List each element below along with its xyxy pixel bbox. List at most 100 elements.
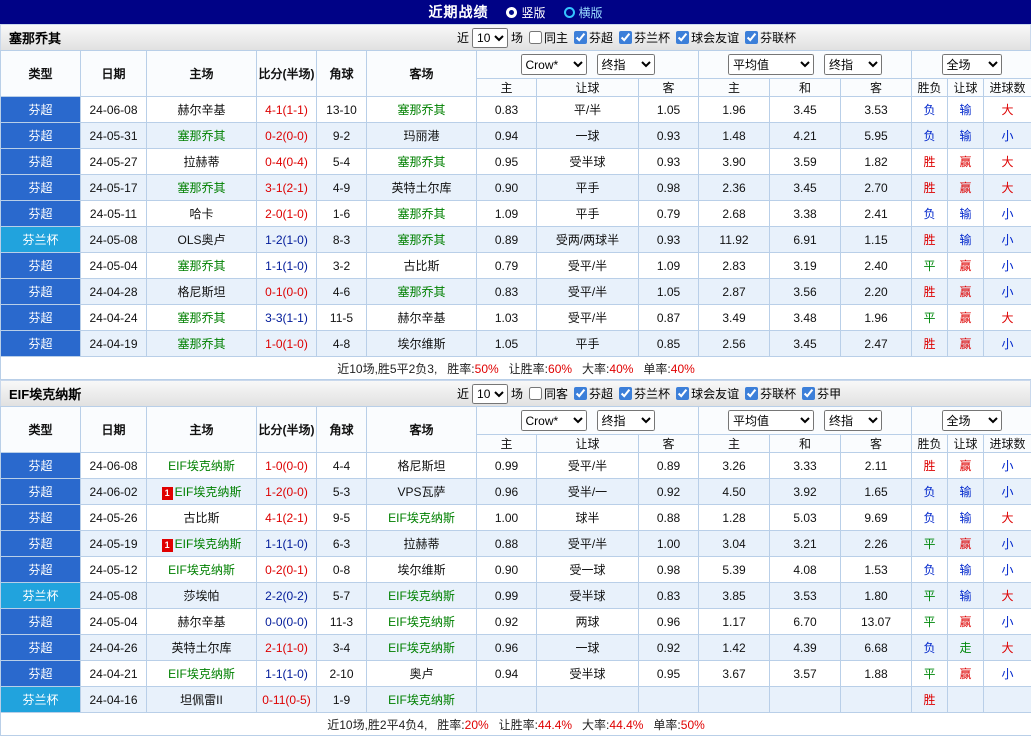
score: 0-11(0-5) [262, 692, 311, 707]
away-cell: 塞那乔其 [366, 278, 477, 305]
league-checkbox[interactable]: 芬甲 [802, 385, 841, 402]
score-cell: 1-1(1-0) [256, 660, 317, 687]
near-label: 近 [457, 387, 470, 401]
checkbox-input[interactable] [745, 387, 759, 400]
bookmaker-select[interactable]: Crow* [520, 410, 587, 431]
summary-stat: 单率:40% [643, 361, 695, 376]
league-checkbox[interactable]: 芬兰杯 [619, 385, 670, 402]
home-team: EIF埃克纳斯 [174, 485, 242, 499]
sub-asian-home: 主 [476, 78, 537, 97]
checkbox-input[interactable] [529, 387, 543, 400]
euro-average-select[interactable]: 平均值 [728, 54, 815, 75]
euro-draw-odds: 3.48 [769, 304, 841, 331]
score-cell: 0-2(0-1) [256, 556, 317, 583]
result-wdl: 平 [911, 530, 949, 557]
competition-cell: 芬超 [0, 148, 81, 175]
score-cell: 0-4(0-4) [256, 148, 317, 175]
recent-count-select[interactable]: 10 [472, 27, 509, 48]
result-wdl: 平 [911, 304, 949, 331]
asian-away-odds: 0.98 [638, 174, 699, 201]
checkbox-input[interactable] [529, 31, 543, 44]
handicap: 平手 [536, 174, 639, 201]
score-cell: 2-2(0-2) [256, 582, 317, 609]
score: 3-1(2-1) [265, 180, 308, 195]
home-team: 赫尔辛基 [177, 103, 226, 117]
corners-cell: 9-2 [316, 122, 367, 149]
checkbox-input[interactable] [802, 387, 816, 400]
score-cell: 1-1(1-0) [256, 252, 317, 279]
league-checkbox[interactable]: 球会友谊 [676, 29, 739, 46]
checkbox-label: 同客 [544, 387, 569, 401]
col-corner: 角球 [316, 50, 367, 97]
result-goals [983, 686, 1031, 713]
layout-horizontal-radio[interactable]: 横版 [563, 4, 603, 21]
euro-draw-odds: 3.45 [769, 330, 841, 357]
away-team: 埃尔维斯 [397, 563, 446, 577]
euro-odds-time-select[interactable]: 终指 [824, 410, 883, 431]
match-row: 芬超 24-04-21 EIF埃克纳斯 1-1(1-0) 2-10 奥卢 0.9… [0, 660, 1031, 687]
corners-cell: 4-4 [316, 452, 367, 479]
checkbox-input[interactable] [574, 31, 588, 44]
result-header: 全场 [911, 50, 1031, 79]
date-cell: 24-05-31 [80, 122, 147, 149]
euro-home-odds [698, 686, 770, 713]
result-handicap: 赢 [947, 608, 985, 635]
away-team: 塞那乔其 [397, 207, 446, 221]
euro-draw-odds: 4.39 [769, 634, 841, 661]
checkbox-input[interactable] [574, 387, 588, 400]
euro-home-odds: 2.36 [698, 174, 770, 201]
league-checkbox[interactable]: 芬联杯 [745, 29, 796, 46]
league-checkbox[interactable]: 芬超 [574, 385, 613, 402]
league-checkbox[interactable]: 芬超 [574, 29, 613, 46]
checkbox-input[interactable] [619, 387, 633, 400]
score-cell: 4-1(1-1) [256, 96, 317, 123]
full-match-select[interactable]: 全场 [941, 410, 1002, 431]
handicap: 平手 [536, 330, 639, 357]
asian-odds-time-select[interactable]: 终指 [596, 410, 655, 431]
score: 1-0(1-0) [265, 336, 308, 351]
euro-away-odds: 2.70 [839, 174, 913, 201]
checkbox-input[interactable] [676, 387, 690, 400]
away-team: 古比斯 [403, 259, 440, 273]
checkbox-input[interactable] [676, 31, 690, 44]
score-cell: 1-2(1-0) [256, 226, 317, 253]
league-checkbox[interactable]: 芬兰杯 [619, 29, 670, 46]
full-match-select[interactable]: 全场 [941, 54, 1002, 75]
layout-vertical-radio[interactable]: 竖版 [506, 4, 546, 21]
asian-odds-time-select[interactable]: 终指 [596, 54, 655, 75]
recent-count-select[interactable]: 10 [472, 383, 509, 404]
bookmaker-select[interactable]: Crow* [520, 54, 587, 75]
euro-home-odds: 3.49 [698, 304, 770, 331]
euro-odds-time-select[interactable]: 终指 [824, 54, 883, 75]
sub-euro-home: 主 [698, 78, 770, 97]
sub-asian-home: 主 [476, 434, 537, 453]
asian-away-odds: 0.95 [638, 660, 699, 687]
checkbox-label: 芬联杯 [760, 31, 797, 45]
league-checkbox[interactable]: 球会友谊 [676, 385, 739, 402]
checkbox-input[interactable] [745, 31, 759, 44]
col-date: 日期 [80, 406, 147, 453]
league-checkbox[interactable]: 芬联杯 [745, 385, 796, 402]
corners-cell: 0-8 [316, 556, 367, 583]
euro-away-odds: 1.96 [839, 304, 913, 331]
sub-goals: 进球数 [983, 78, 1031, 97]
result-wdl: 胜 [911, 452, 949, 479]
corners-cell: 1-9 [316, 686, 367, 713]
col-score: 比分(半场) [256, 50, 317, 97]
handicap: 受半球 [536, 582, 639, 609]
checkbox-label: 芬超 [589, 387, 614, 401]
result-wdl: 负 [911, 556, 949, 583]
same-venue-checkbox[interactable]: 同主 [529, 29, 568, 46]
score: 1-1(1-0) [265, 258, 308, 273]
away-cell: EIF埃克纳斯 [366, 582, 477, 609]
euro-average-select[interactable]: 平均值 [728, 410, 815, 431]
euro-draw-odds: 3.59 [769, 148, 841, 175]
date-cell: 24-06-08 [80, 96, 147, 123]
competition-cell: 芬超 [0, 556, 81, 583]
euro-home-odds: 1.48 [698, 122, 770, 149]
handicap: 受半球 [536, 148, 639, 175]
home-cell: 莎埃帕 [146, 582, 257, 609]
same-venue-checkbox[interactable]: 同客 [529, 385, 568, 402]
checkbox-input[interactable] [619, 31, 633, 44]
asian-home-odds: 0.99 [476, 452, 537, 479]
